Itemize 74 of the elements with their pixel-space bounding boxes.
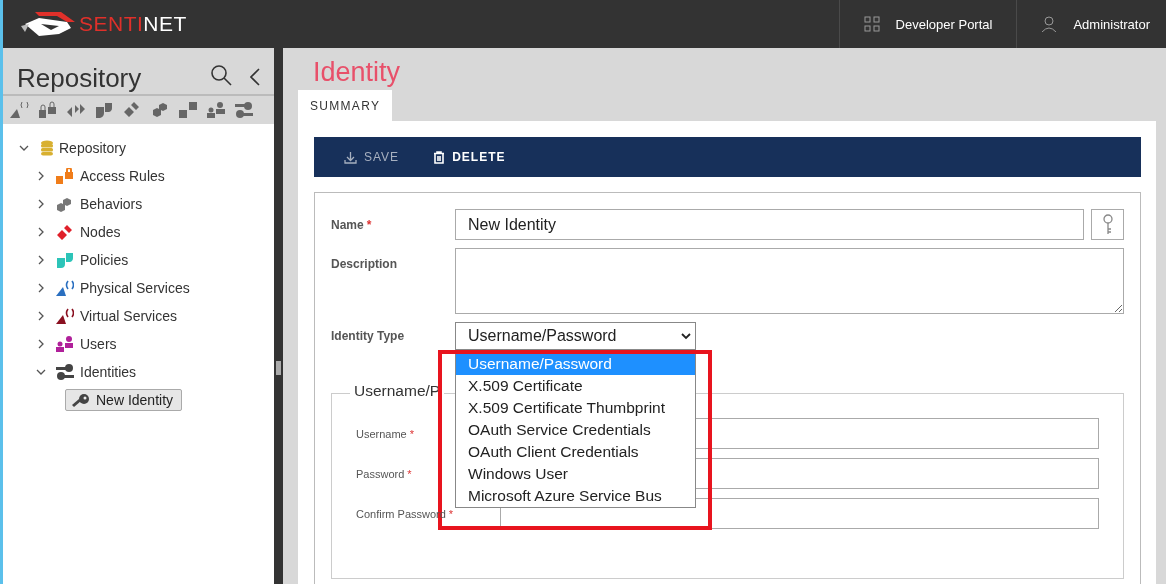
chevron-icon[interactable] — [36, 283, 46, 293]
chevron-icon[interactable] — [36, 367, 46, 377]
chevron-icon[interactable] — [36, 339, 46, 349]
brand-name: SENTINET — [79, 12, 187, 36]
filter-icon[interactable] — [178, 101, 198, 119]
category-icon — [56, 252, 74, 268]
chevron-icon[interactable] — [36, 311, 46, 321]
chevron-icon[interactable] — [36, 255, 46, 265]
dropdown-option[interactable]: OAuth Client Credentials — [456, 441, 695, 463]
field-label: Name — [331, 217, 364, 232]
delete-button[interactable]: DELETE — [427, 146, 512, 168]
filter-icon[interactable] — [122, 101, 142, 119]
dropdown-option[interactable]: X.509 Certificate — [456, 375, 695, 397]
name-field[interactable]: New Identity — [455, 209, 1084, 240]
required-mark: * — [409, 427, 415, 440]
tree-item[interactable]: Repository — [59, 140, 126, 156]
category-icon — [56, 280, 74, 296]
tree-item[interactable]: Virtual Services — [80, 308, 177, 324]
chevron-icon[interactable] — [36, 199, 46, 209]
trash-icon — [433, 150, 446, 164]
chevron-icon[interactable] — [36, 171, 46, 181]
dropdown-option[interactable]: Windows User — [456, 463, 695, 485]
filter-icon[interactable] — [38, 101, 58, 119]
category-icon — [56, 308, 74, 324]
key-icon — [1101, 213, 1114, 236]
tree-item[interactable]: New Identity — [65, 389, 183, 411]
chevron-icon[interactable] — [19, 143, 29, 153]
logo-icon — [19, 10, 77, 38]
required-mark: * — [448, 507, 454, 520]
tree-item[interactable]: Access Rules — [80, 168, 165, 184]
filter-icon[interactable] — [66, 101, 86, 119]
chevron-icon[interactable] — [36, 227, 46, 237]
field-label: Password — [356, 467, 405, 480]
filter-icon[interactable] — [234, 101, 254, 119]
tree-item[interactable]: Users — [80, 336, 117, 352]
user-icon — [1041, 16, 1058, 32]
download-icon — [344, 150, 357, 164]
sidebar-title: Repository — [17, 62, 143, 94]
developer-portal-link[interactable]: Developer Portal — [838, 0, 1017, 48]
tree-item[interactable]: Nodes — [80, 224, 121, 240]
database-icon — [41, 140, 53, 156]
category-icon — [56, 224, 74, 240]
caret-icon — [681, 332, 691, 340]
field-label: Identity Type — [331, 329, 406, 343]
filter-icon[interactable] — [150, 101, 170, 119]
dropdown-option[interactable]: X.509 Certificate Thumbprint — [456, 397, 695, 419]
identity-type-select[interactable]: Username/Password — [455, 322, 696, 350]
filter-icon[interactable] — [10, 101, 30, 119]
category-icon — [56, 364, 74, 380]
tree-item[interactable]: Policies — [80, 252, 129, 268]
field-label: Username — [356, 427, 407, 440]
dropdown-option[interactable]: OAuth Service Credentials — [456, 419, 695, 441]
filter-icon[interactable] — [94, 101, 114, 119]
required-mark: * — [407, 467, 412, 480]
search-icon[interactable] — [210, 64, 232, 86]
category-icon — [56, 336, 74, 352]
page-title: Identity — [313, 56, 402, 89]
collapse-icon[interactable] — [250, 68, 260, 86]
key-button[interactable] — [1091, 209, 1124, 240]
key-icon — [72, 393, 90, 407]
tree-item[interactable]: Physical Services — [80, 280, 190, 296]
category-icon — [56, 168, 74, 184]
tab[interactable]: SUMMARY — [298, 90, 393, 121]
grid-icon — [863, 16, 880, 32]
filter-icon[interactable] — [206, 101, 226, 119]
dropdown-option[interactable]: Microsoft Azure Service Bus — [456, 485, 695, 507]
tree-item[interactable]: Behaviors — [80, 196, 143, 212]
description-field[interactable] — [455, 248, 1124, 314]
field-label: Description — [331, 257, 397, 271]
category-icon — [56, 196, 74, 212]
tree-item[interactable]: Identities — [80, 364, 137, 380]
user-menu[interactable]: Administrator — [1016, 0, 1166, 48]
splitter-handle[interactable] — [276, 361, 281, 375]
required-mark: * — [366, 217, 372, 232]
